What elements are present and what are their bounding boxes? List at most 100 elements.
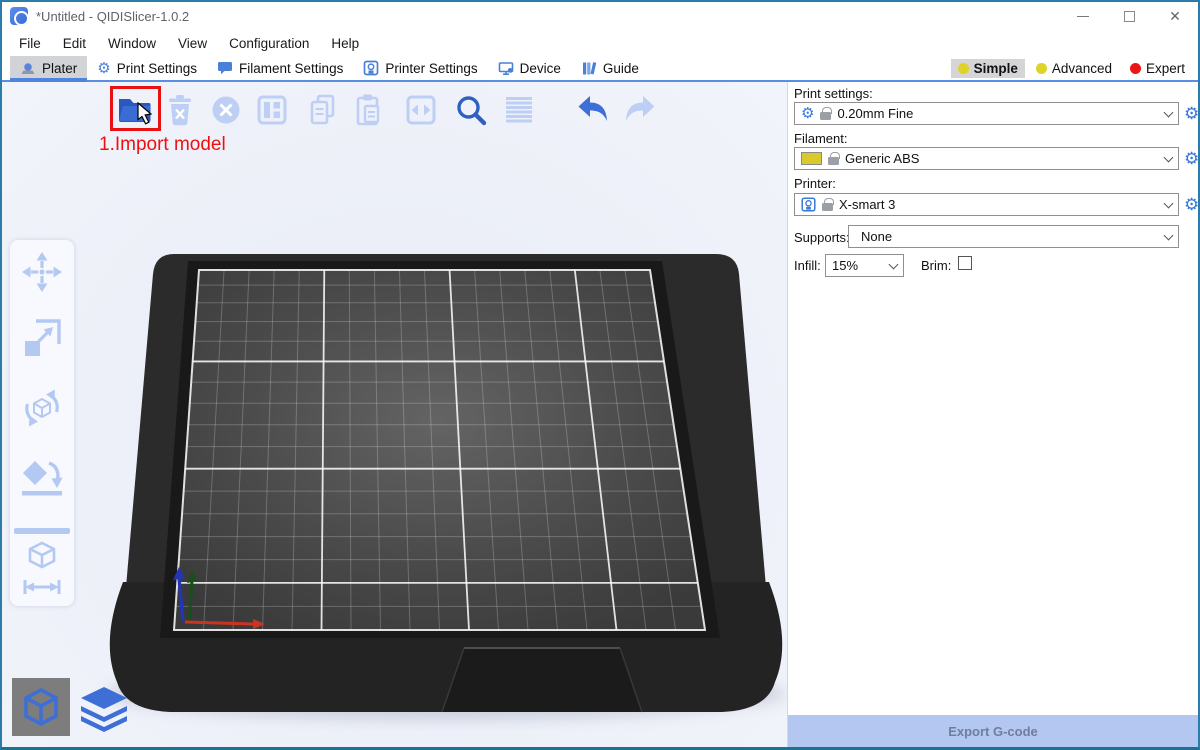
supports-value: None [861,229,892,244]
measure-button[interactable] [20,540,64,598]
supports-combo[interactable]: None [848,225,1179,248]
undo-icon [573,90,613,130]
printer-icon [801,197,816,212]
gizmo-toolbar [10,240,74,606]
mode-simple[interactable]: Simple [951,59,1025,78]
guide-icon [581,60,597,76]
tab-label: Device [520,61,561,76]
3d-editor-view-button[interactable] [12,678,70,736]
delete-button[interactable] [160,90,200,130]
plater-icon [20,60,36,76]
mouse-cursor-icon [137,102,157,126]
print-settings-value: 0.20mm Fine [837,106,913,121]
settings-panel: Print settings: ⚙ 0.20mm Fine ⚙ Filament… [787,82,1198,747]
supports-label: Supports: [794,230,850,245]
brim-label: Brim: [921,258,951,273]
tab-print-settings[interactable]: ⚙ Print Settings [87,56,207,80]
place-on-face-button[interactable] [20,456,64,500]
brim-checkbox[interactable] [958,256,972,270]
tab-device[interactable]: Device [488,56,571,80]
close-icon: ✕ [1169,8,1181,25]
tab-label: Printer Settings [385,61,477,76]
arrange-icon [252,90,292,130]
chevron-down-icon [1164,107,1174,117]
lock-icon [820,112,831,120]
scale-button[interactable] [20,316,64,360]
redo-button[interactable] [620,90,660,130]
title-bar: *Untitled - QIDISlicer-1.0.2 ✕ [2,2,1198,30]
infill-combo[interactable]: 15% [825,254,904,277]
tab-plater[interactable]: Plater [10,56,87,80]
maximize-icon [1124,11,1135,22]
3d-viewport[interactable]: 1.Import model [2,82,787,747]
measure-icon [20,540,64,598]
move-button[interactable] [20,250,64,294]
menu-configuration[interactable]: Configuration [218,36,320,51]
tab-printer-settings[interactable]: Printer Settings [353,56,487,80]
minimize-icon [1077,16,1089,17]
lock-icon [828,157,839,165]
export-gcode-button[interactable]: Export G-code [788,715,1198,747]
maximize-button[interactable] [1106,2,1152,30]
mode-advanced[interactable]: Advanced [1029,59,1119,78]
layer-list-button[interactable] [499,90,539,130]
search-button[interactable] [451,90,491,130]
app-logo-icon [10,7,28,25]
menu-window[interactable]: Window [97,36,167,51]
infill-label: Infill: [794,258,821,273]
device-icon [498,60,514,76]
menu-view[interactable]: View [167,36,218,51]
search-icon [451,90,491,130]
gizmo-separator [14,528,70,534]
printer-gear-button[interactable]: ⚙ [1184,196,1199,213]
gear-icon: ⚙ [97,61,110,76]
tab-filament-settings[interactable]: Filament Settings [207,56,353,80]
split-icon [401,90,441,130]
mode-label: Expert [1146,61,1185,76]
layers-icon [78,684,130,736]
close-button[interactable]: ✕ [1152,2,1198,30]
copy-icon [304,90,344,130]
split-button[interactable] [401,90,441,130]
print-settings-combo[interactable]: ⚙ 0.20mm Fine [794,102,1179,125]
menu-file[interactable]: File [8,36,52,51]
chevron-down-icon [1164,152,1174,162]
filament-icon [217,60,233,76]
filament-color-swatch [801,152,822,165]
lock-icon [822,203,833,211]
menu-edit[interactable]: Edit [52,36,97,51]
undo-button[interactable] [573,90,613,130]
mode-switcher: Simple Advanced Expert [951,56,1198,80]
menu-help[interactable]: Help [320,36,370,51]
printer-combo[interactable]: X-smart 3 [794,193,1179,216]
window-controls: ✕ [1060,2,1198,30]
tab-label: Guide [603,61,639,76]
copy-button[interactable] [304,90,344,130]
rotate-button[interactable] [20,386,64,430]
mode-expert[interactable]: Expert [1123,59,1192,78]
paste-icon [349,90,389,130]
delete-all-button[interactable] [206,90,246,130]
tab-guide[interactable]: Guide [571,56,649,80]
move-icon [20,250,64,294]
print-settings-gear-button[interactable]: ⚙ [1184,105,1199,122]
paste-button[interactable] [349,90,389,130]
layer-list-icon [499,90,539,130]
filament-gear-button[interactable]: ⚙ [1184,150,1199,167]
gear-icon: ⚙ [801,106,814,121]
simple-dot-icon [958,63,969,74]
print-settings-label: Print settings: [794,86,873,101]
annotation-text: 1.Import model [99,134,226,156]
arrange-button[interactable] [252,90,292,130]
tab-label: Filament Settings [239,61,343,76]
mode-label: Advanced [1052,61,1112,76]
filament-label: Filament: [794,131,847,146]
filament-value: Generic ABS [845,151,919,166]
minimize-button[interactable] [1060,2,1106,30]
filament-combo[interactable]: Generic ABS [794,147,1179,170]
printer-value: X-smart 3 [839,197,895,212]
preview-view-button[interactable] [78,684,130,736]
print-bed [2,82,787,747]
delete-icon [160,90,200,130]
menu-bar: File Edit Window View Configuration Help [2,30,1198,56]
